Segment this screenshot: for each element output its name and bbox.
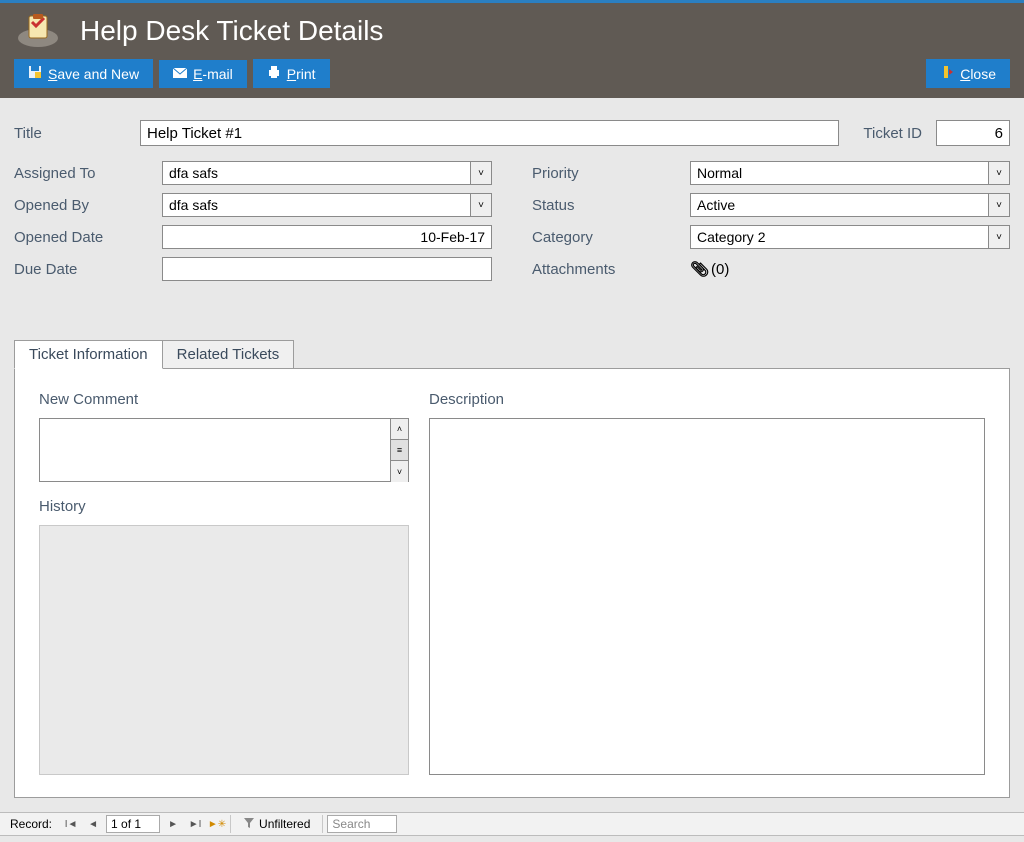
last-record-button[interactable]: ►I — [186, 815, 204, 833]
opened-date-input[interactable] — [162, 225, 492, 249]
title-input[interactable] — [140, 120, 839, 146]
chevron-down-icon[interactable]: ˅ — [988, 193, 1010, 217]
save-icon — [28, 65, 42, 82]
history-box — [39, 525, 409, 775]
description-label: Description — [429, 391, 985, 408]
print-icon — [267, 65, 281, 82]
due-date-input[interactable] — [162, 257, 492, 281]
title-label: Title — [14, 125, 126, 142]
email-button[interactable]: E-mail — [159, 60, 247, 88]
priority-combo[interactable]: ˅ — [690, 161, 1010, 185]
record-position-input[interactable] — [106, 815, 160, 833]
tab-related-tickets[interactable]: Related Tickets — [162, 340, 295, 369]
record-label: Record: — [4, 817, 58, 831]
paperclip-icon: 📎︎ — [690, 260, 709, 278]
filter-icon — [243, 817, 255, 832]
scroll-up-icon[interactable]: ˄ — [391, 419, 408, 440]
description-textarea[interactable] — [429, 418, 985, 775]
status-input[interactable] — [690, 193, 988, 217]
ticket-id-label: Ticket ID — [863, 125, 922, 142]
app-icon — [14, 13, 62, 49]
header-bar: Help Desk Ticket Details Save and New E-… — [0, 3, 1024, 98]
first-record-button[interactable]: I◄ — [62, 815, 80, 833]
chevron-down-icon[interactable]: ˅ — [988, 161, 1010, 185]
record-navigator: Record: I◄ ◄ ► ►I ►✳ Unfiltered — [0, 812, 1024, 836]
tab-ticket-information[interactable]: Ticket Information — [14, 340, 163, 369]
print-button[interactable]: Print — [253, 59, 330, 88]
opened-by-combo[interactable]: ˅ — [162, 193, 492, 217]
priority-input[interactable] — [690, 161, 988, 185]
page-title: Help Desk Ticket Details — [80, 15, 383, 47]
chevron-down-icon[interactable]: ˅ — [988, 225, 1010, 249]
new-record-button[interactable]: ►✳ — [208, 815, 226, 833]
status-label: Status — [532, 197, 690, 214]
chevron-down-icon[interactable]: ˅ — [470, 161, 492, 185]
opened-date-label: Opened Date — [14, 229, 162, 246]
opened-by-input[interactable] — [162, 193, 470, 217]
assigned-to-input[interactable] — [162, 161, 470, 185]
filter-toggle[interactable]: Unfiltered — [235, 817, 318, 832]
prev-record-button[interactable]: ◄ — [84, 815, 102, 833]
category-input[interactable] — [690, 225, 988, 249]
record-search-input[interactable] — [327, 815, 397, 833]
status-combo[interactable]: ˅ — [690, 193, 1010, 217]
attachments-label: Attachments — [532, 261, 690, 278]
category-label: Category — [532, 229, 690, 246]
chevron-down-icon[interactable]: ˅ — [470, 193, 492, 217]
new-comment-label: New Comment — [39, 391, 409, 408]
assigned-to-label: Assigned To — [14, 165, 162, 182]
email-icon — [173, 66, 187, 82]
form-area: Title Ticket ID Assigned To ˅ Opened By … — [0, 98, 1024, 298]
comment-scrollbar[interactable]: ˄ ≡ ˅ — [391, 418, 409, 482]
new-comment-textarea[interactable] — [39, 418, 391, 482]
scroll-down-icon[interactable]: ˅ — [391, 461, 408, 482]
category-combo[interactable]: ˅ — [690, 225, 1010, 249]
toolbar: Save and New E-mail Print Close — [14, 59, 1010, 88]
save-and-new-button[interactable]: Save and New — [14, 59, 153, 88]
close-icon — [940, 65, 954, 82]
attachments-value[interactable]: 📎︎ (0) — [690, 260, 729, 278]
next-record-button[interactable]: ► — [164, 815, 182, 833]
priority-label: Priority — [532, 165, 690, 182]
opened-by-label: Opened By — [14, 197, 162, 214]
tab-container: Ticket Information Related Tickets New C… — [14, 368, 1010, 798]
history-label: History — [39, 498, 409, 515]
due-date-label: Due Date — [14, 261, 162, 278]
scroll-thumb-icon[interactable]: ≡ — [391, 440, 408, 461]
close-button[interactable]: Close — [926, 59, 1010, 88]
ticket-id-field[interactable] — [936, 120, 1010, 146]
assigned-to-combo[interactable]: ˅ — [162, 161, 492, 185]
